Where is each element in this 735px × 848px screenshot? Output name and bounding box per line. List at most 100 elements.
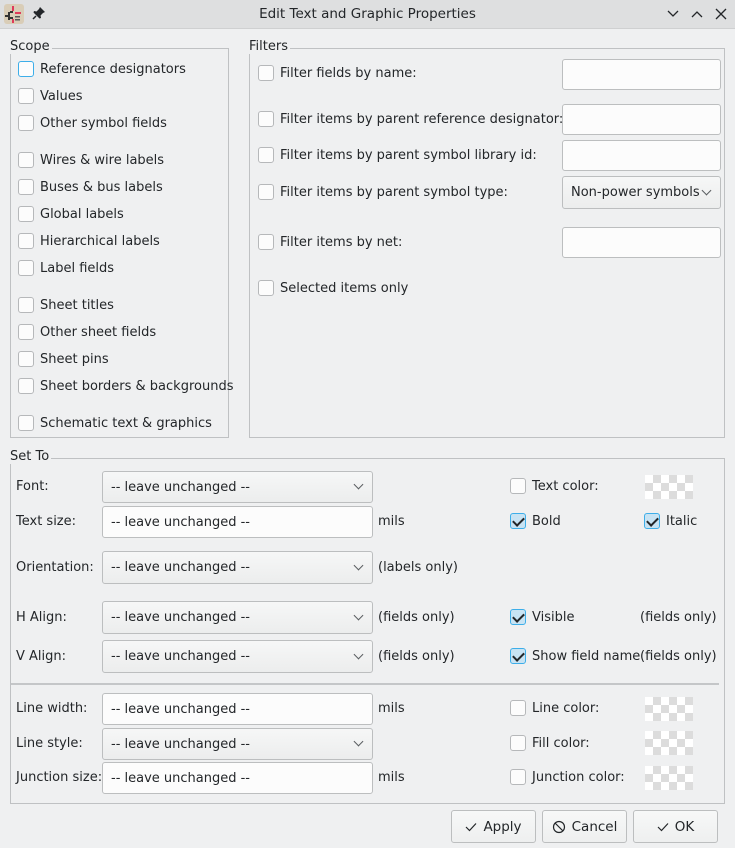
line-width-label: Line width:: [16, 701, 88, 716]
junction-color-swatch[interactable]: [645, 766, 693, 790]
checkbox[interactable]: [258, 65, 274, 81]
checkbox-label: Visible: [532, 609, 575, 625]
chevron-down-icon: [353, 610, 364, 620]
line-color-toggle[interactable]: Line color:: [510, 700, 599, 716]
checkbox[interactable]: [510, 478, 526, 494]
scope-hierarchical-labels[interactable]: Hierarchical labels: [18, 233, 160, 249]
checkbox[interactable]: [18, 297, 34, 313]
checkbox[interactable]: [258, 147, 274, 163]
checkbox-label: Buses & bus labels: [40, 179, 163, 195]
text-size-label: Text size:: [16, 514, 77, 529]
filter-by-library-id[interactable]: Filter items by parent symbol library id…: [258, 147, 537, 163]
checkbox[interactable]: [18, 152, 34, 168]
scope-title: Scope: [10, 39, 52, 54]
checkbox-label: Other symbol fields: [40, 115, 167, 131]
checkbox[interactable]: [510, 769, 526, 785]
checkbox[interactable]: [510, 735, 526, 751]
show-field-name-toggle[interactable]: Show field name: [510, 648, 640, 664]
cancel-button[interactable]: Cancel: [542, 810, 627, 843]
net-input[interactable]: [562, 227, 721, 258]
fill-color-swatch[interactable]: [645, 731, 693, 755]
filter-by-net[interactable]: Filter items by net:: [258, 234, 402, 250]
checkbox[interactable]: [258, 234, 274, 250]
font-label: Font:: [16, 479, 49, 494]
symbol-type-select[interactable]: Non-power symbols: [562, 176, 721, 209]
checkbox-label: Global labels: [40, 206, 124, 222]
close-icon[interactable]: [713, 6, 729, 22]
scope-buses[interactable]: Buses & bus labels: [18, 179, 163, 195]
scope-sheet-titles[interactable]: Sheet titles: [18, 297, 114, 313]
text-color-toggle[interactable]: Text color:: [510, 478, 599, 494]
checkbox-label: Other sheet fields: [40, 324, 157, 340]
minimize-icon[interactable]: [665, 6, 681, 22]
ok-button[interactable]: OK: [633, 810, 718, 843]
junction-size-unit: mils: [378, 770, 405, 785]
checkbox-label: Filter items by parent symbol library id…: [280, 147, 537, 163]
filter-fields-by-name[interactable]: Filter fields by name:: [258, 65, 417, 81]
selected-items-only[interactable]: Selected items only: [258, 280, 408, 296]
scope-global-labels[interactable]: Global labels: [18, 206, 124, 222]
checkbox[interactable]: [18, 179, 34, 195]
junction-size-input[interactable]: -- leave unchanged --: [102, 762, 373, 794]
h-align-select[interactable]: -- leave unchanged --: [102, 601, 373, 634]
field-name-input[interactable]: [562, 59, 721, 90]
v-align-select[interactable]: -- leave unchanged --: [102, 640, 373, 673]
checkbox[interactable]: [258, 111, 274, 127]
library-id-input[interactable]: [562, 140, 721, 171]
checkbox[interactable]: [18, 351, 34, 367]
italic-toggle[interactable]: Italic: [644, 513, 697, 529]
checkbox-label: Filter fields by name:: [280, 65, 417, 81]
text-size-input[interactable]: -- leave unchanged --: [102, 506, 373, 538]
bold-toggle[interactable]: Bold: [510, 513, 561, 529]
scope-sheet-pins[interactable]: Sheet pins: [18, 351, 109, 367]
line-width-input[interactable]: -- leave unchanged --: [102, 693, 373, 725]
checkbox[interactable]: [258, 280, 274, 296]
scope-label-fields[interactable]: Label fields: [18, 260, 114, 276]
checkbox-label: Wires & wire labels: [40, 152, 165, 168]
checkbox[interactable]: [510, 700, 526, 716]
filter-by-parent-refdes[interactable]: Filter items by parent reference designa…: [258, 111, 563, 127]
checkbox-label: Selected items only: [280, 280, 409, 296]
font-select[interactable]: -- leave unchanged --: [102, 471, 373, 503]
scope-reference-designators[interactable]: Reference designators: [18, 61, 186, 77]
checkbox[interactable]: [18, 415, 34, 431]
scope-sheet-borders[interactable]: Sheet borders & backgrounds: [18, 378, 233, 394]
orientation-select[interactable]: -- leave unchanged --: [102, 551, 373, 584]
checkbox[interactable]: [258, 184, 274, 200]
scope-values[interactable]: Values: [18, 88, 82, 104]
checkbox[interactable]: [18, 115, 34, 131]
visible-toggle[interactable]: Visible: [510, 609, 574, 625]
checkbox[interactable]: [18, 378, 34, 394]
filters-title: Filters: [249, 39, 290, 54]
window-title: Edit Text and Graphic Properties: [259, 6, 476, 22]
checkbox-label: Schematic text & graphics: [40, 415, 212, 431]
checkbox[interactable]: [510, 609, 526, 625]
checkbox[interactable]: [18, 260, 34, 276]
checkbox[interactable]: [18, 324, 34, 340]
checkbox-label: Italic: [666, 513, 698, 529]
text-color-swatch[interactable]: [645, 475, 693, 499]
checkbox-label: Values: [40, 88, 83, 104]
checkbox-label: Sheet borders & backgrounds: [40, 378, 234, 394]
checkbox[interactable]: [510, 648, 526, 664]
apply-button[interactable]: Apply: [451, 810, 536, 843]
maximize-icon[interactable]: [689, 6, 705, 22]
filter-by-symbol-type[interactable]: Filter items by parent symbol type:: [258, 184, 508, 200]
scope-wires[interactable]: Wires & wire labels: [18, 152, 164, 168]
checkbox[interactable]: [18, 233, 34, 249]
parent-refdes-input[interactable]: [562, 104, 721, 135]
checkbox[interactable]: [18, 61, 34, 77]
checkbox[interactable]: [18, 206, 34, 222]
line-color-swatch[interactable]: [645, 697, 693, 721]
scope-schematic-text[interactable]: Schematic text & graphics: [18, 415, 212, 431]
fill-color-toggle[interactable]: Fill color:: [510, 735, 590, 751]
checkbox[interactable]: [510, 513, 526, 529]
scope-other-sheet-fields[interactable]: Other sheet fields: [18, 324, 156, 340]
checkbox[interactable]: [644, 513, 660, 529]
junction-color-toggle[interactable]: Junction color:: [510, 769, 625, 785]
select-value: -- leave unchanged --: [111, 649, 251, 664]
scope-other-symbol-fields[interactable]: Other symbol fields: [18, 115, 167, 131]
checkbox[interactable]: [18, 88, 34, 104]
v-align-note: (fields only): [378, 649, 455, 664]
line-style-select[interactable]: -- leave unchanged --: [102, 728, 373, 760]
